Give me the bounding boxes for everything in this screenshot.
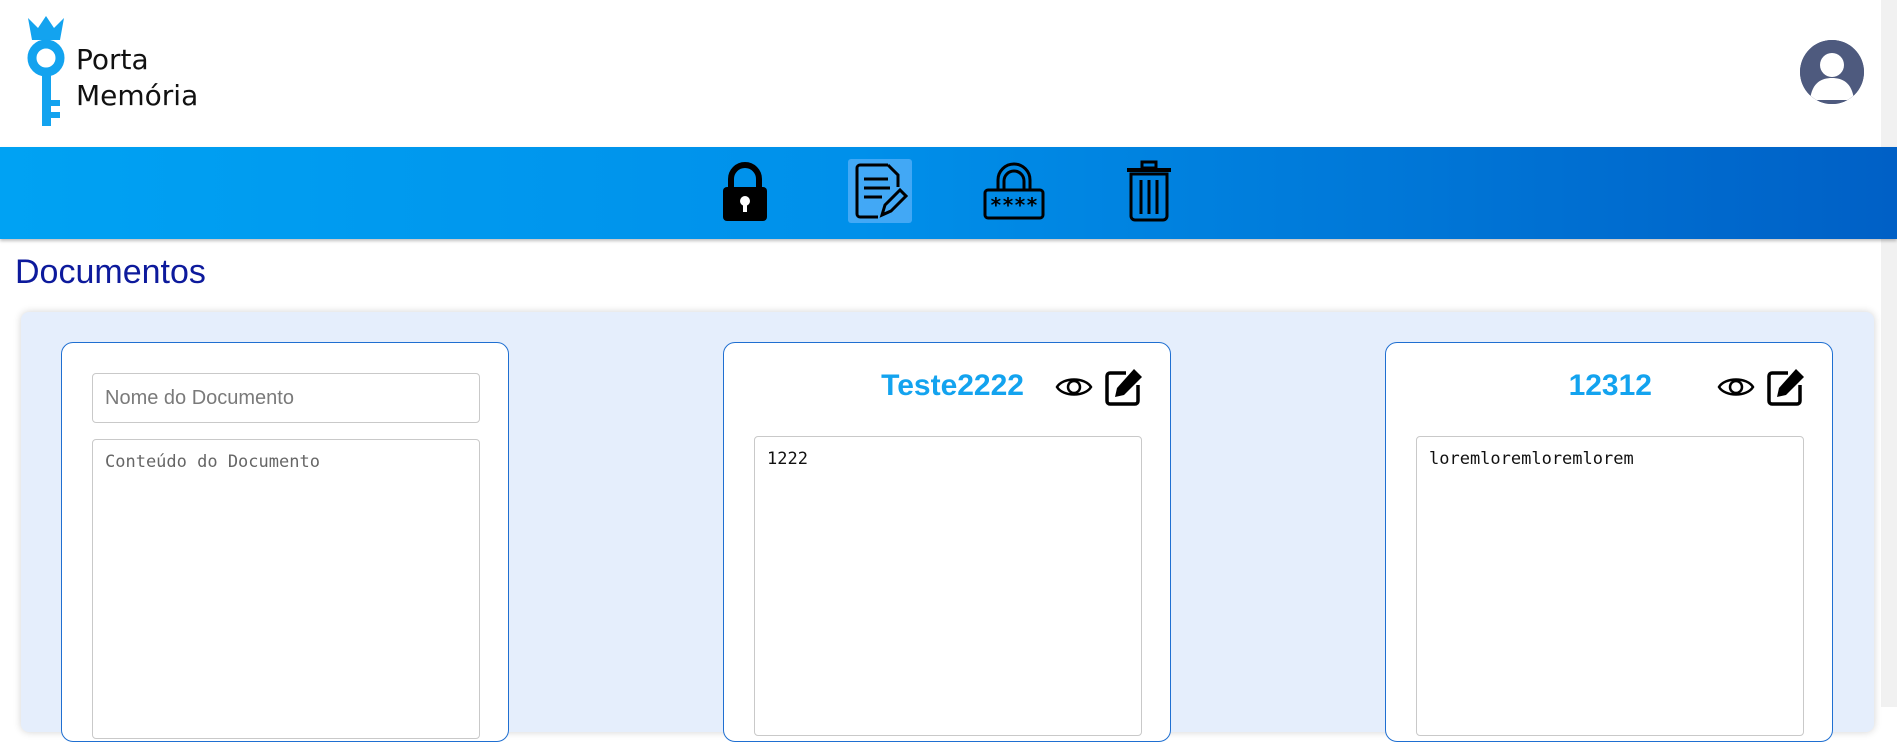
new-document-card [61, 342, 509, 742]
document-title: Teste2222 [881, 369, 1024, 402]
document-title: 12312 [1568, 369, 1652, 402]
document-name-input[interactable] [92, 373, 480, 423]
edit-icon [1105, 369, 1142, 406]
padlock-icon [723, 162, 767, 221]
header: Porta Memória [0, 0, 1897, 147]
edit-icon [1767, 369, 1804, 406]
page-title: Documentos [15, 253, 206, 291]
brand-line-1: Porta [76, 43, 149, 76]
view-document-button[interactable] [1052, 365, 1096, 409]
brand-name: Porta Memória [76, 42, 198, 114]
document-card: Teste2222 1222 [723, 342, 1171, 742]
edit-document-button[interactable] [1102, 365, 1146, 409]
document-content[interactable]: 1222 [754, 436, 1142, 736]
document-content[interactable]: loremloremloremlorem [1416, 436, 1804, 736]
svg-text:****: **** [990, 193, 1038, 217]
nav-passwords-button[interactable]: **** [982, 159, 1046, 223]
key-crown-icon [27, 16, 65, 126]
brand-line-2: Memória [76, 79, 199, 112]
logo[interactable]: Porta Memória [26, 14, 226, 129]
nav-documents-button[interactable] [848, 159, 912, 223]
edit-document-button[interactable] [1764, 365, 1808, 409]
eye-icon [1055, 378, 1093, 396]
nav-trash-button[interactable] [1117, 159, 1181, 223]
navbar: **** [0, 147, 1897, 239]
document-content-input[interactable] [92, 439, 480, 739]
view-document-button[interactable] [1714, 365, 1758, 409]
avatar[interactable] [1800, 40, 1864, 104]
document-edit-icon [855, 163, 908, 219]
user-silhouette-icon [1800, 40, 1864, 104]
eye-icon [1717, 378, 1755, 396]
trash-icon [1127, 160, 1171, 222]
password-lock-icon: **** [983, 162, 1045, 220]
nav-lock-button[interactable] [713, 159, 777, 223]
scrollbar[interactable] [1881, 0, 1897, 707]
document-card: 12312 loremloremloremlorem [1385, 342, 1833, 742]
